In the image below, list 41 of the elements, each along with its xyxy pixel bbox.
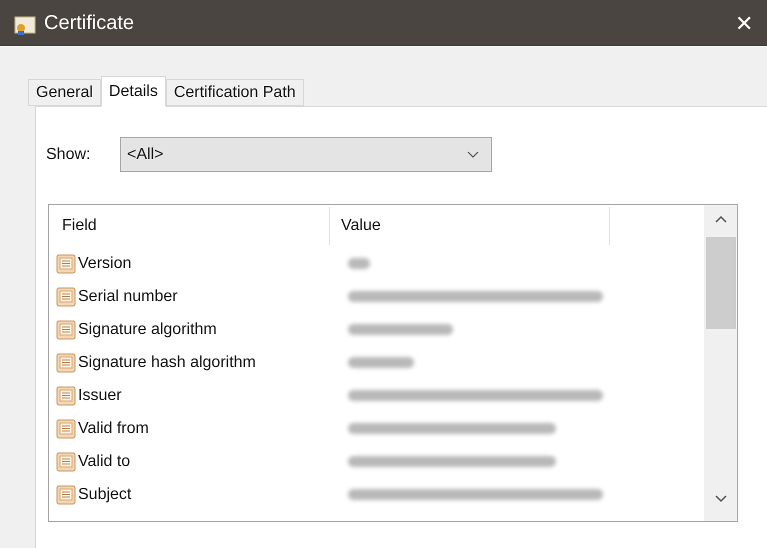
blurred-value <box>348 258 370 269</box>
field-name: Valid to <box>78 452 130 472</box>
tab[interactable]: General <box>28 79 101 106</box>
tab[interactable]: Details <box>100 76 166 107</box>
field-name: Serial number <box>78 286 178 306</box>
field-name: Version <box>78 254 132 274</box>
show-label: Show: <box>46 144 92 164</box>
chevron-down-icon <box>467 150 479 158</box>
window-title: Certificate <box>44 11 134 36</box>
field-name: Valid from <box>78 418 149 438</box>
document-icon <box>56 386 76 406</box>
close-button[interactable]: ✕ <box>721 0 767 46</box>
tab[interactable]: Certification Path <box>166 79 304 106</box>
table-row[interactable]: Version <box>56 247 704 280</box>
field-name: Issuer <box>78 386 122 406</box>
document-icon <box>56 484 76 504</box>
field-name: Signature algorithm <box>78 320 217 340</box>
table-row[interactable]: Issuer <box>56 379 704 412</box>
scrollbar[interactable] <box>704 205 737 521</box>
column-header[interactable]: Value <box>330 207 610 245</box>
table-row[interactable]: Signature hash algorithm <box>56 346 704 379</box>
table-row[interactable]: Signature algorithm <box>56 313 704 346</box>
document-icon <box>56 452 76 472</box>
field-name: Subject <box>78 484 132 504</box>
column-header[interactable]: Field <box>56 207 330 245</box>
table-row[interactable]: Subject <box>56 478 704 511</box>
document-icon <box>56 254 76 274</box>
chevron-up-icon <box>714 215 726 223</box>
document-icon <box>56 418 76 438</box>
document-icon <box>56 320 76 340</box>
document-icon <box>56 286 76 306</box>
scrollbar-thumb[interactable] <box>706 237 736 329</box>
table-row[interactable]: Valid to <box>56 445 704 478</box>
chevron-down-icon <box>714 495 726 503</box>
document-icon <box>56 352 76 372</box>
field-name: Signature hash algorithm <box>78 352 256 372</box>
blurred-value <box>348 357 414 368</box>
table-row[interactable]: Serial number <box>56 280 704 313</box>
table-row[interactable]: Valid from <box>56 412 704 445</box>
certificate-icon <box>14 15 36 35</box>
show-dropdown[interactable]: <All> <box>120 137 492 172</box>
